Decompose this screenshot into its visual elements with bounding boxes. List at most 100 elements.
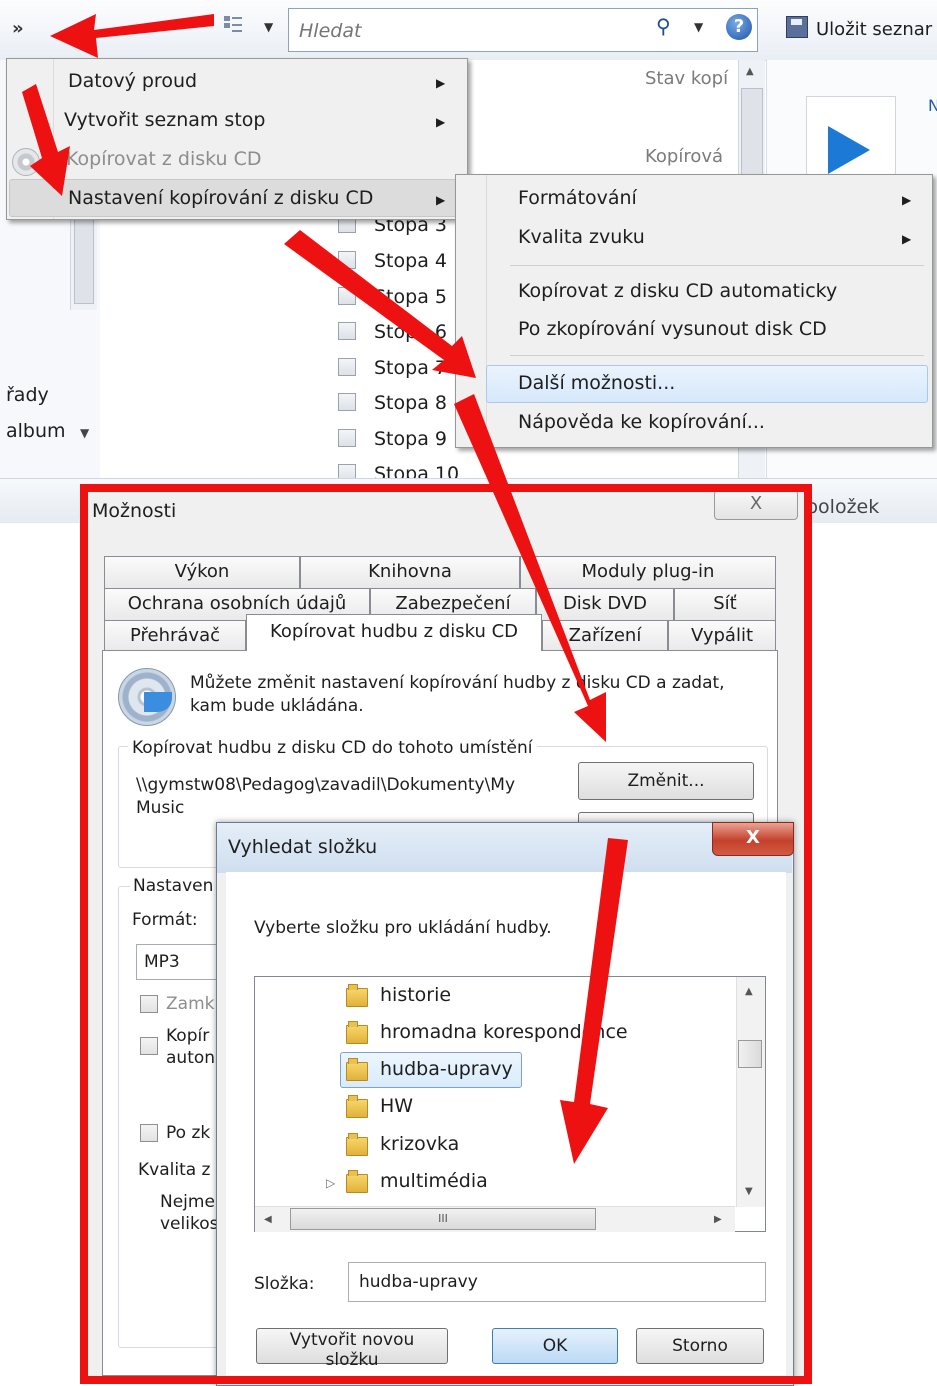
tab-devices[interactable]: Zařízení <box>542 620 668 651</box>
eject-checkbox[interactable] <box>140 1124 158 1142</box>
navigation-scroll-thumb[interactable] <box>74 210 94 304</box>
format-value: MP3 <box>144 952 180 972</box>
menu-item-rip-cd[interactable]: Kopírovat z disku CD <box>66 148 262 170</box>
folder-icon <box>346 1170 368 1193</box>
menu-item-rip-help[interactable]: Nápověda ke kopírování... <box>518 411 765 433</box>
view-options-icon[interactable] <box>222 14 244 36</box>
track-checkbox[interactable] <box>338 358 356 376</box>
tab-network[interactable]: Síť <box>674 588 776 620</box>
menu-item-rip-settings[interactable]: Nastavení kopírování z disku CD <box>68 187 373 209</box>
audio-quality-label: Kvalita z <box>138 1160 211 1180</box>
search-icon[interactable]: ⚲ <box>656 14 671 38</box>
copy-protect-label: Zamk <box>166 994 215 1014</box>
nav-album-dropdown-icon[interactable]: ▼ <box>80 426 89 440</box>
nav-item-album[interactable]: album <box>6 420 66 442</box>
submenu-arrow-icon: ▶ <box>436 76 446 90</box>
search-box <box>288 8 758 52</box>
rip-status-value: Kopírová <box>645 146 724 167</box>
scroll-down-arrow-icon[interactable]: ▼ <box>745 1186 753 1197</box>
save-list-button[interactable]: Uložit seznar <box>786 16 932 40</box>
folder-tree-vscroll-thumb[interactable] <box>738 1040 762 1068</box>
browse-folder-close-button[interactable]: X <box>712 822 794 856</box>
track-title: Stopa 5 <box>374 286 447 308</box>
folder-name-label: Složka: <box>254 1274 315 1294</box>
folder-name-input[interactable] <box>348 1262 766 1302</box>
help-icon[interactable]: ? <box>726 14 752 40</box>
folder-tree-vscrollbar[interactable] <box>736 977 765 1207</box>
menu-item-stream[interactable]: Datový proud <box>68 70 197 92</box>
rip-settings-submenu <box>455 174 933 448</box>
folder-tree-hscroll-thumb[interactable]: III <box>290 1208 596 1230</box>
menu-item-format[interactable]: Formátování <box>518 187 637 209</box>
track-row[interactable]: Stopa 5 <box>338 286 447 308</box>
nav-item-series[interactable]: řady <box>6 384 49 406</box>
items-count-label: položek <box>806 496 880 518</box>
folder-item-hromadna-korespondence[interactable]: hromadna korespondence <box>380 1021 628 1043</box>
eject-label: Po zk <box>166 1123 211 1143</box>
scroll-left-arrow-icon[interactable]: ◀ <box>264 1214 272 1225</box>
tab-burn[interactable]: Vypálit <box>668 620 776 651</box>
view-options-dropdown-icon[interactable]: ▼ <box>264 20 273 34</box>
ok-button[interactable]: OK <box>492 1328 618 1364</box>
rip-auto-label: Kopír <box>166 1026 210 1046</box>
tab-player[interactable]: Přehrávač <box>104 620 246 651</box>
new-folder-button[interactable]: Vytvořit novou složku <box>256 1328 448 1370</box>
column-header-rip-status[interactable]: Stav kopí <box>645 68 728 89</box>
floppy-disk-icon <box>786 16 808 38</box>
rip-location-path: \\gymstw08\Pedagog\zavadil\Dokumenty\My … <box>136 775 516 818</box>
track-checkbox[interactable] <box>338 393 356 411</box>
tab-performance[interactable]: Výkon <box>104 556 300 588</box>
tab-rip-music[interactable]: Kopírovat hudbu z disku CD <box>246 614 542 651</box>
tab-library[interactable]: Knihovna <box>300 556 520 588</box>
menu-item-create-playlist[interactable]: Vytvořit seznam stop <box>64 109 265 131</box>
tab-plugins[interactable]: Moduly plug-in <box>520 556 776 588</box>
folder-item-hudba-upravy[interactable]: hudba-upravy <box>380 1058 513 1080</box>
options-close-button[interactable]: X <box>714 490 798 520</box>
folder-tree <box>254 976 766 1232</box>
menu-item-eject-after-rip[interactable]: Po zkopírování vysunout disk CD <box>518 318 827 340</box>
folder-icon <box>346 1133 368 1156</box>
play-icon <box>828 126 870 174</box>
expand-arrow-icon[interactable]: ▷ <box>326 1176 335 1190</box>
track-row[interactable]: Stopa 8 <box>338 392 447 414</box>
scroll-up-arrow-icon[interactable]: ▲ <box>746 66 754 77</box>
folder-icon <box>346 1058 368 1081</box>
smallest-size-label-line2: velikos <box>160 1214 219 1234</box>
track-title: Stopa 6 <box>374 321 447 343</box>
tab-dvd[interactable]: Disk DVD <box>536 588 674 620</box>
rip-auto-checkbox[interactable] <box>140 1037 158 1055</box>
folder-item-multimedia[interactable]: multimédia <box>380 1170 488 1192</box>
track-checkbox[interactable] <box>338 429 356 447</box>
browse-folder-title: Vyhledat složku <box>228 836 378 858</box>
track-row[interactable]: Stopa 6 <box>338 321 447 343</box>
rip-location-label: Kopírovat hudbu z disku CD do tohoto umí… <box>128 738 537 758</box>
cancel-button[interactable]: Storno <box>636 1328 764 1364</box>
folder-item-hw[interactable]: HW <box>380 1095 413 1117</box>
smallest-size-label: Nejme <box>160 1192 215 1212</box>
copy-protect-checkbox[interactable] <box>140 995 158 1013</box>
more-commands-chevron[interactable]: » <box>12 18 24 39</box>
track-row[interactable]: Stopa 7 <box>338 357 447 379</box>
menu-item-more-options[interactable]: Další možnosti... <box>518 372 675 394</box>
track-row[interactable]: Stopa 9 <box>338 428 447 450</box>
search-dropdown-icon[interactable]: ▼ <box>694 20 703 34</box>
menu-separator <box>510 355 924 356</box>
cd-disc-icon <box>12 148 40 176</box>
submenu-arrow-icon: ▶ <box>902 232 912 246</box>
menu-item-rip-automatically[interactable]: Kopírovat z disku CD automaticky <box>518 280 837 302</box>
search-input[interactable] <box>297 17 641 45</box>
change-location-button[interactable]: Změnit... <box>578 762 754 800</box>
track-checkbox[interactable] <box>338 322 356 340</box>
folder-item-krizovka[interactable]: krizovka <box>380 1133 459 1155</box>
track-checkbox[interactable] <box>338 251 356 269</box>
folder-item-historie[interactable]: historie <box>380 984 451 1006</box>
scroll-up-arrow-icon[interactable]: ▲ <box>745 986 753 997</box>
folder-icon <box>346 1095 368 1118</box>
list-pane-letter: N <box>928 96 937 115</box>
submenu-arrow-icon: ▶ <box>436 193 446 207</box>
track-checkbox[interactable] <box>338 287 356 305</box>
menu-item-audio-quality[interactable]: Kvalita zvuku <box>518 226 645 248</box>
track-row[interactable]: Stopa 4 <box>338 250 447 272</box>
rip-auto-label-line2: auton <box>166 1048 216 1068</box>
scroll-right-arrow-icon[interactable]: ▶ <box>714 1214 722 1225</box>
